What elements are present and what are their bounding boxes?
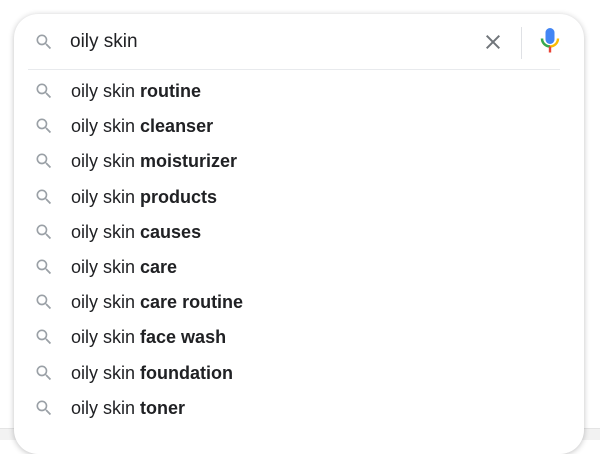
suggestion-item[interactable]: oily skin cleanser — [14, 109, 584, 144]
suggestion-completion: foundation — [140, 362, 234, 383]
suggestion-prefix: oily skin — [71, 397, 141, 418]
suggestion-item[interactable]: oily skin foundation — [14, 356, 584, 391]
suggestion-prefix: oily skin — [71, 362, 141, 383]
search-icon — [36, 259, 52, 275]
suggestion-prefix: oily skin — [71, 292, 141, 313]
suggestion-item[interactable]: oily skin face wash — [14, 320, 584, 355]
suggestion-prefix: oily skin — [71, 116, 141, 137]
search-icon — [36, 294, 52, 310]
search-input[interactable] — [70, 27, 460, 57]
suggestion-text: oily skin causes — [71, 222, 201, 243]
suggestion-prefix: oily skin — [71, 81, 141, 101]
search-icon — [36, 153, 52, 169]
search-box: oily skin routine oily skin cleanser oil… — [14, 14, 584, 454]
suggestion-completion: toner — [140, 397, 186, 418]
suggestion-prefix: oily skin — [71, 256, 141, 277]
suggestion-item[interactable]: oily skin causes — [14, 215, 584, 250]
suggestion-completion: causes — [140, 221, 202, 242]
search-icon — [36, 224, 52, 239]
suggestion-completion: care — [140, 256, 178, 277]
search-divider — [521, 27, 522, 59]
suggestion-item[interactable]: oily skin care routine — [14, 285, 584, 320]
suggestion-completion: moisturizer — [140, 151, 238, 172]
suggestion-item[interactable]: oily skin toner — [14, 391, 584, 426]
suggestion-prefix: oily skin — [71, 186, 141, 207]
search-icon — [36, 400, 52, 415]
suggestion-text: oily skin face wash — [71, 327, 226, 348]
search-icon — [36, 118, 52, 134]
search-row — [14, 14, 584, 70]
suggestion-text: oily skin routine — [71, 81, 201, 102]
suggestion-text: oily skin care — [71, 257, 177, 278]
suggestion-completion: face wash — [140, 327, 227, 348]
suggestion-list: oily skin routine oily skin cleanser oil… — [14, 74, 584, 426]
suggestion-item[interactable]: oily skin moisturizer — [14, 144, 584, 179]
suggestion-text: oily skin toner — [71, 398, 185, 419]
suggestion-completion: routine — [140, 81, 202, 101]
close-icon[interactable] — [481, 30, 505, 54]
suggestions-divider — [28, 69, 560, 70]
suggestion-prefix: oily skin — [71, 151, 141, 172]
search-icon — [36, 329, 52, 345]
search-icon — [36, 189, 52, 204]
suggestion-text: oily skin foundation — [71, 363, 233, 384]
suggestion-item[interactable]: oily skin products — [14, 180, 584, 215]
suggestion-completion: care routine — [140, 292, 244, 313]
search-icon — [36, 34, 52, 50]
suggestion-text: oily skin cleanser — [71, 116, 213, 137]
search-icon — [36, 83, 52, 99]
suggestion-prefix: oily skin — [71, 327, 141, 348]
search-icon — [36, 365, 52, 380]
suggestion-item[interactable]: oily skin routine — [14, 74, 584, 109]
suggestion-text: oily skin moisturizer — [71, 151, 237, 172]
suggestion-completion: products — [140, 186, 218, 207]
microphone-icon[interactable] — [538, 26, 562, 58]
suggestion-prefix: oily skin — [71, 221, 141, 242]
suggestion-completion: cleanser — [140, 116, 214, 137]
suggestion-text: oily skin products — [71, 187, 217, 208]
suggestion-item[interactable]: oily skin care — [14, 250, 584, 285]
suggestion-text: oily skin care routine — [71, 292, 243, 313]
